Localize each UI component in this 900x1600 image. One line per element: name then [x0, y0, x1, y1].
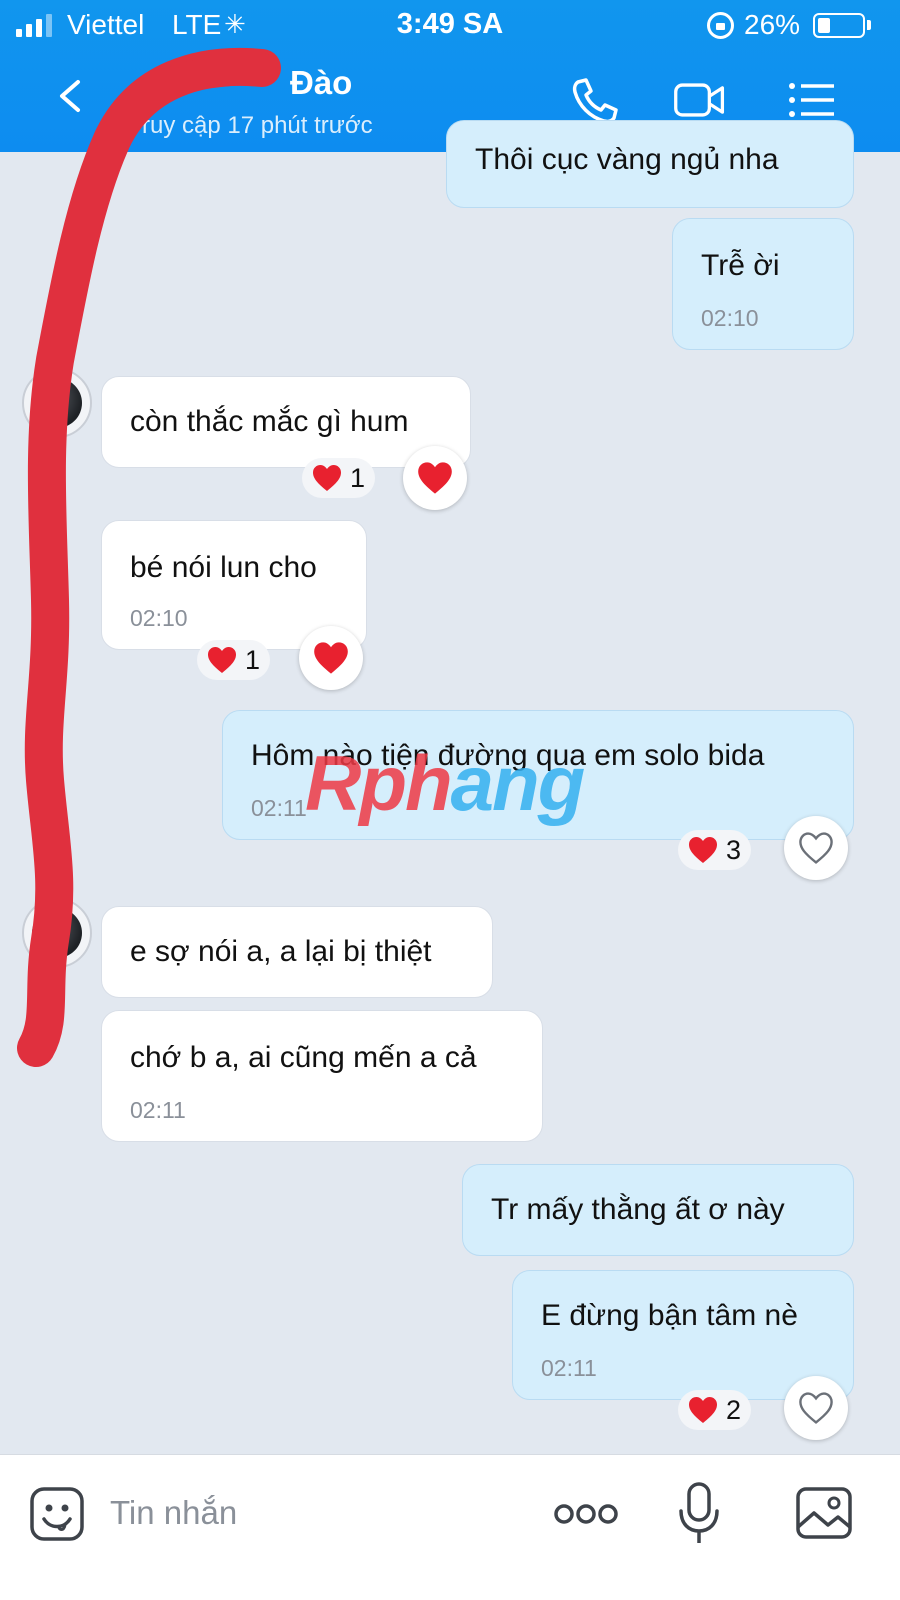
- reaction-count[interactable]: 1: [197, 640, 271, 680]
- message-text: còn thắc mắc gì hum: [130, 405, 409, 438]
- message-time: 02:10: [130, 605, 188, 631]
- heart-icon: [313, 465, 341, 491]
- reaction-count[interactable]: 1: [302, 458, 376, 498]
- back-icon[interactable]: [52, 76, 92, 116]
- contact-name[interactable]: Đào: [290, 64, 352, 102]
- heart-icon: [314, 642, 348, 674]
- phone-icon[interactable]: [566, 74, 622, 126]
- message-text: Thôi cục vàng ngủ nha: [475, 143, 779, 176]
- message-input[interactable]: [110, 1485, 510, 1541]
- rotation-lock-icon: [707, 12, 734, 39]
- reaction-count[interactable]: 2: [678, 1390, 752, 1430]
- status-bar: Viettel LTE ✳ 3:49 SA 26%: [0, 0, 900, 50]
- heart-outline-icon: [799, 832, 833, 864]
- reaction-count-value: 1: [245, 644, 261, 675]
- message-text: Tr mấy thằng ất ơ này: [491, 1193, 785, 1226]
- heart-icon: [689, 1397, 717, 1423]
- message-bubble-outgoing[interactable]: Trễ ời 02:10: [672, 218, 854, 350]
- reaction-count[interactable]: 3: [678, 830, 752, 870]
- reaction-button[interactable]: [784, 1376, 848, 1440]
- message-bubble-outgoing[interactable]: Thôi cục vàng ngủ nha: [446, 120, 854, 208]
- heart-outline-icon: [799, 1392, 833, 1424]
- avatar[interactable]: [22, 368, 92, 438]
- heart-icon: [418, 462, 452, 494]
- sticker-icon[interactable]: [28, 1485, 86, 1543]
- watermark-logo: Rphang: [305, 739, 585, 827]
- message-bubble-outgoing[interactable]: Tr mấy thằng ất ơ này: [462, 1164, 854, 1256]
- heart-icon: [208, 647, 236, 673]
- message-input-bar: [0, 1454, 900, 1600]
- battery-icon: [813, 13, 865, 38]
- message-text: E đừng bận tâm nè: [541, 1299, 798, 1332]
- reaction-count-value: 2: [726, 1394, 742, 1425]
- menu-list-icon[interactable]: [784, 74, 840, 126]
- message-text: chớ b a, ai cũng mến a cả: [130, 1041, 477, 1074]
- reaction-count-value: 1: [350, 462, 366, 493]
- message-time: 02:11: [130, 1097, 186, 1123]
- message-time: 02:11: [251, 795, 307, 821]
- message-bubble-incoming[interactable]: e sợ nói a, a lại bị thiệt: [101, 906, 493, 998]
- image-icon[interactable]: [794, 1483, 854, 1543]
- battery-percentage: 26%: [744, 9, 801, 40]
- more-dots-icon[interactable]: [552, 1499, 620, 1529]
- avatar[interactable]: [22, 898, 92, 968]
- reaction-button[interactable]: [299, 626, 363, 690]
- message-text: e sợ nói a, a lại bị thiệt: [130, 935, 432, 968]
- message-time: 02:10: [701, 305, 759, 331]
- message-bubble-incoming[interactable]: chớ b a, ai cũng mến a cả 02:11: [101, 1010, 543, 1142]
- heart-icon: [689, 837, 717, 863]
- reaction-count-value: 3: [726, 834, 742, 865]
- message-text: Trễ ời: [701, 249, 780, 282]
- reaction-button[interactable]: [403, 446, 467, 510]
- reaction-button[interactable]: [784, 816, 848, 880]
- video-call-icon[interactable]: [672, 74, 728, 126]
- microphone-icon[interactable]: [676, 1481, 722, 1547]
- message-time: 02:11: [541, 1355, 597, 1381]
- last-seen-status: ruy cập 17 phút trước: [142, 112, 373, 139]
- message-text: bé nói lun cho: [130, 551, 317, 584]
- battery-tip: [867, 20, 871, 30]
